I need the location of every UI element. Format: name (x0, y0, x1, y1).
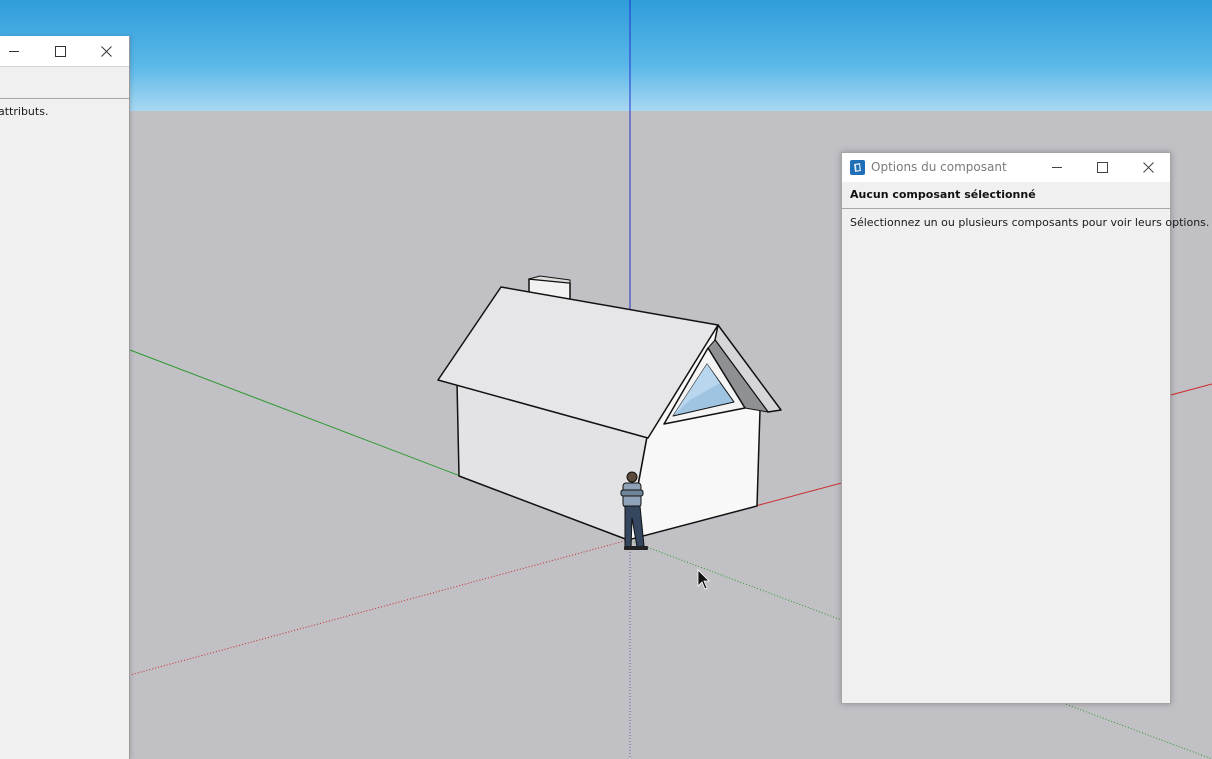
left-tray-panel[interactable]: attributs. (0, 36, 130, 759)
no-component-selected-label: Aucun composant sélectionné (850, 188, 1036, 201)
maximize-button[interactable] (1080, 153, 1124, 182)
component-options-panel[interactable]: Options du composant Aucun composant sél… (841, 152, 1209, 704)
component-options-header: Aucun composant sélectionné (842, 182, 1170, 209)
component-options-title: Options du composant (871, 160, 1007, 174)
component-options-message: Sélectionnez un ou plusieurs composants … (850, 216, 1210, 229)
maximize-button[interactable] (38, 36, 82, 66)
maximize-icon (54, 45, 66, 57)
sketchup-app-icon (850, 160, 865, 175)
close-button[interactable] (84, 36, 128, 66)
minimize-button[interactable] (1035, 153, 1079, 182)
minimize-icon (1051, 167, 1062, 168)
close-icon (100, 45, 112, 57)
left-panel-titlebar[interactable] (0, 36, 129, 67)
person-arms (620, 489, 644, 497)
left-panel-text: attributs. (0, 105, 49, 118)
left-panel-header (0, 67, 129, 99)
sky (0, 0, 1212, 111)
person-head (626, 471, 638, 483)
maximize-icon (1096, 162, 1108, 173)
person-shoes (624, 546, 648, 550)
component-options-titlebar[interactable]: Options du composant (842, 153, 1170, 182)
minimize-icon (8, 50, 19, 52)
close-button[interactable] (1126, 153, 1170, 182)
close-icon (1142, 162, 1154, 173)
minimize-button[interactable] (0, 36, 36, 66)
